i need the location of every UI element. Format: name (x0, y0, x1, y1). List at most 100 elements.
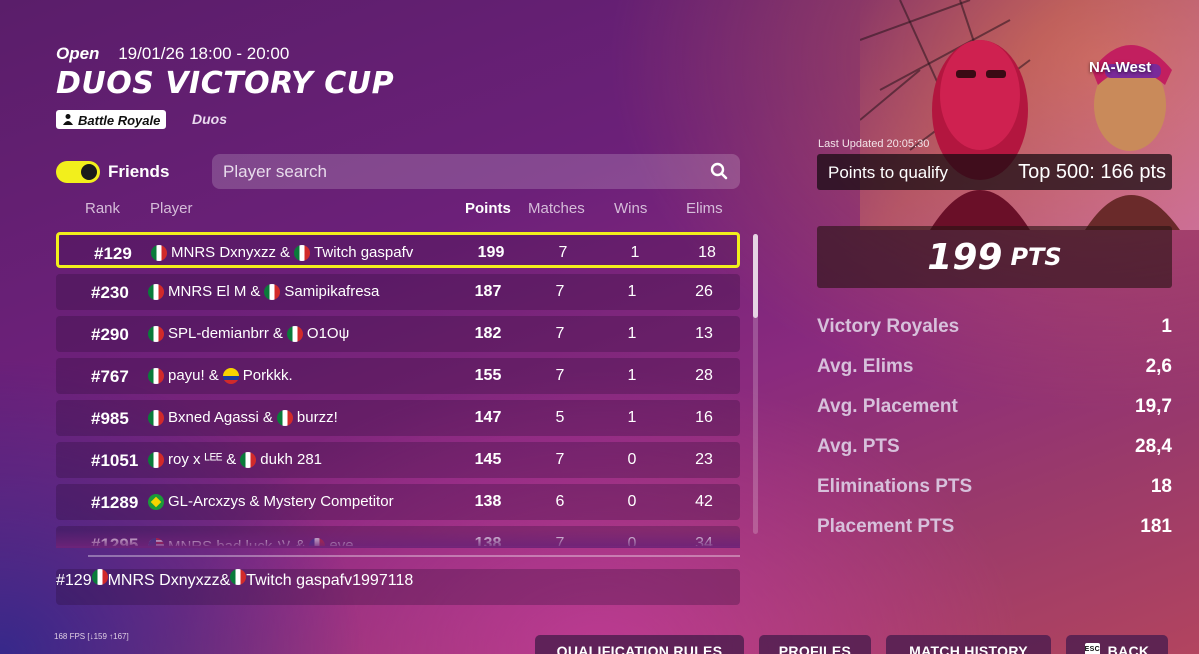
qualification-rules-button[interactable]: QUALIFICATION RULES (535, 635, 744, 654)
row-matches: 7 (555, 283, 565, 300)
stat-label: Eliminations PTS (817, 476, 973, 497)
character-artwork (860, 0, 1199, 230)
row-elims: 18 (698, 244, 716, 261)
row-rank: #129 (94, 244, 132, 263)
search-icon[interactable] (710, 162, 728, 185)
row-players: MNRS El M & Samipikafresa (148, 283, 379, 300)
table-row[interactable]: #985 Bxned Agassi & burzz! 147 5 1 16 (56, 400, 740, 436)
column-player: Player (150, 200, 193, 217)
mode-type: Duos (192, 111, 227, 127)
total-points-value: 199 (927, 236, 1003, 278)
player-name: MNRS Dxnyxzz (107, 572, 220, 589)
profiles-button[interactable]: PROFILES (759, 635, 871, 654)
stat-value: 28,4 (1135, 436, 1172, 457)
flag-icon (276, 409, 293, 426)
qualify-value: Top 500: 166 pts (1018, 161, 1166, 183)
row-players: MNRS Dxnyxzz& Twitch gaspafv (151, 244, 413, 261)
stat-value: 1 (1161, 316, 1172, 337)
table-row[interactable]: #767 payu! & Porkkk. 155 7 1 28 (56, 358, 740, 394)
column-matches[interactable]: Matches (528, 200, 585, 217)
table-row[interactable]: #1289 GL-Arcxzys & Mystery Competitor 138 6 0 4… (56, 484, 740, 520)
flag-icon (264, 283, 281, 300)
friends-toggle-label: Friends (108, 162, 170, 181)
flag-icon (230, 569, 247, 585)
player-name: payu! (168, 367, 205, 384)
row-rank: #290 (91, 325, 129, 344)
table-row[interactable]: #230 MNRS El M & Samipikafresa 187 7 1 26 (56, 274, 740, 310)
mode-badge-label: Battle Royale (78, 112, 161, 128)
player-separator: & (262, 409, 273, 426)
column-points[interactable]: Points (465, 200, 511, 217)
flag-icon (240, 451, 257, 468)
flag-icon (294, 244, 311, 261)
player-separator: & (208, 367, 219, 384)
scrollbar-thumb[interactable] (753, 234, 758, 318)
stat-label: Placement PTS (817, 516, 955, 537)
row-points: 199 (352, 572, 379, 589)
stat-label: Victory Royales (817, 316, 960, 337)
back-label: BACK (1107, 643, 1150, 654)
player-separator: & (226, 451, 237, 468)
row-points: 199 (477, 244, 505, 261)
stat-value: 2,6 (1145, 356, 1172, 377)
row-points: 182 (474, 325, 502, 342)
row-matches: 7 (555, 367, 565, 384)
player-name: O1Oψ (306, 325, 350, 342)
row-players: SPL-demianbrr & O1Oψ (148, 325, 349, 342)
event-meta: Open 19/01/26 18:00 - 20:00 (56, 44, 289, 64)
friends-toggle[interactable] (56, 161, 100, 183)
player-separator: & (272, 325, 283, 342)
match-history-button[interactable]: MATCH HISTORY (886, 635, 1051, 654)
search-input[interactable] (212, 154, 692, 189)
row-matches: 5 (555, 409, 565, 426)
stat-label: Avg. PTS (817, 436, 900, 457)
row-players: payu! & Porkkk. (148, 367, 293, 384)
back-button[interactable]: ESC BACK (1066, 635, 1168, 654)
player-separator: & (249, 493, 260, 510)
column-elims[interactable]: Elims (686, 200, 723, 217)
row-rank: #129 (56, 572, 92, 589)
total-points: 199 PTS (817, 226, 1172, 288)
row-rank: #767 (91, 367, 129, 386)
player-search[interactable] (212, 154, 740, 189)
row-wins: 0 (627, 493, 637, 510)
row-matches: 7 (558, 244, 568, 261)
player-name: MNRS El M (168, 283, 247, 300)
stat-value: 18 (1150, 476, 1172, 497)
row-wins: 1 (627, 367, 637, 384)
row-matches: 7 (555, 451, 565, 468)
leaderboard-list: #129 MNRS Dxnyxzz & Twitch gaspafv 199 7 1 18 #2… (56, 232, 740, 546)
table-row[interactable]: #129 MNRS Dxnyxzz & Twitch gaspafv 199 7 1 18 (56, 232, 740, 268)
pinned-player-row[interactable]: #129 MNRS Dxnyxzz& Twitch gaspafv1997118 (56, 569, 740, 605)
player-name: dukh 281 (260, 451, 323, 468)
flag-icon (148, 493, 164, 510)
row-wins: 1 (630, 244, 640, 261)
row-elims: 26 (695, 283, 713, 300)
table-row[interactable]: #290 SPL-demianbrr & O1Oψ 182 7 1 13 (56, 316, 740, 352)
player-separator: & (280, 244, 291, 261)
row-players: GL-Arcxzys & Mystery Competitor (148, 493, 394, 510)
row-rank: #985 (91, 409, 129, 428)
row-points: 147 (474, 409, 502, 426)
row-points: 138 (474, 493, 502, 510)
scrollbar[interactable] (753, 234, 758, 534)
stat-label: Avg. Placement (817, 396, 958, 417)
qualification-rules-label: QUALIFICATION RULES (556, 643, 723, 654)
player-name: Twitch gaspafv (314, 244, 414, 261)
player-name: SPL-demianbrr (168, 325, 269, 342)
row-elims: 28 (695, 367, 713, 384)
page-title: DUOS VICTORY CUP (56, 66, 395, 101)
row-rank: #230 (91, 283, 129, 302)
column-wins[interactable]: Wins (614, 200, 647, 217)
flag-icon (148, 367, 164, 384)
stat-label: Avg. Elims (817, 356, 914, 377)
row-elims: 23 (695, 451, 713, 468)
region-label: NA-West (1089, 59, 1152, 76)
qualify-label: Points to qualify (828, 163, 949, 182)
player-name: MNRS Dxnyxzz (171, 244, 277, 261)
column-rank: Rank (85, 200, 121, 217)
row-matches: 7 (555, 325, 565, 342)
table-row[interactable]: #1051 roy x ᴸᴱᴱ & dukh 281 145 7 0 23 (56, 442, 740, 478)
row-players: MNRS Dxnyxzz&Twitch gaspafv (91, 569, 352, 589)
row-points: 187 (474, 283, 502, 300)
